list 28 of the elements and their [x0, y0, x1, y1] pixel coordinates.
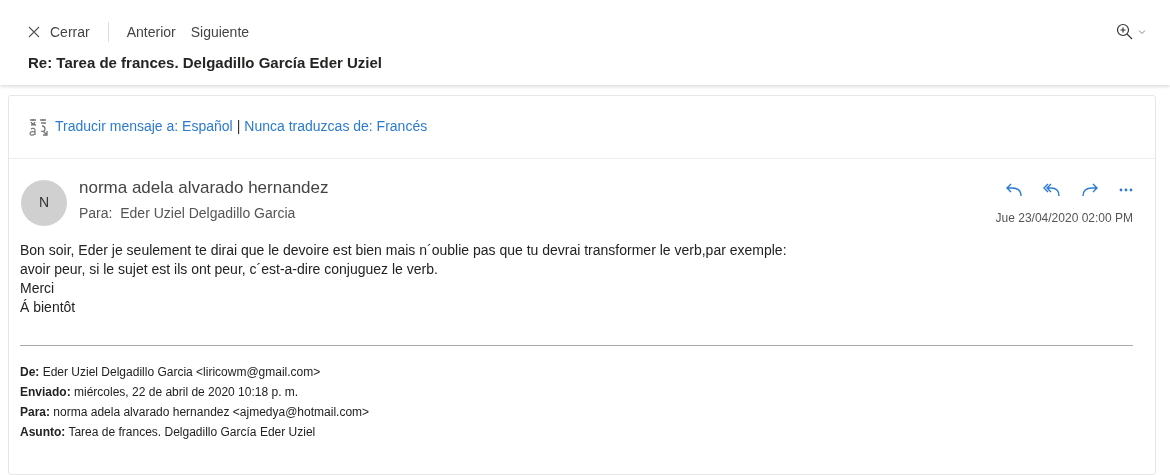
separator: |: [236, 117, 241, 136]
avatar: N: [21, 179, 67, 226]
next-button[interactable]: Siguiente: [190, 21, 250, 43]
message-text: Bon soir, Eder je seulement te dirai que le devoire est bien mais n´oublie pas que tu devrai transformer le verb,par exemple:: [20, 240, 787, 260]
email-subject: Re: Tarea de frances. Delgadillo García Eder Uziel: [28, 53, 384, 73]
previous-button[interactable]: Anterior: [126, 21, 176, 43]
quoted-header: Asunto: Tarea de frances. Delgadillo García Eder Uziel: [20, 423, 316, 441]
translate-icon: [29, 116, 49, 137]
sender-name: norma adela alvarado hernandez: [79, 176, 330, 199]
reply-all-icon[interactable]: [1043, 182, 1061, 197]
close-button[interactable]: Cerrar: [28, 21, 90, 43]
message-text: Merci: [20, 278, 55, 298]
forward-icon[interactable]: [1081, 182, 1099, 197]
zoom-icon: [1116, 23, 1134, 41]
message-date: Jue 23/04/2020 02:00 PM: [995, 209, 1133, 227]
quoted-header: Enviado: miércoles, 22 de abril de 2020 10:18 p. m.: [20, 383, 299, 401]
never-translate-link[interactable]: Nunca traduzcas de: Francés: [244, 116, 428, 137]
more-icon[interactable]: [1119, 187, 1133, 192]
zoom-button[interactable]: [1116, 23, 1146, 41]
message-text: Á bientôt: [20, 297, 76, 317]
quoted-header: De: Eder Uziel Delgadillo Garcia <liricowm@gmail.com>: [20, 363, 321, 381]
message-text: avoir peur, si le sujet est ils ont peur, c´est-a-dire conjuguez le verb.: [20, 259, 438, 279]
chevron-down-icon: [1138, 29, 1146, 35]
recipient-line: Para: Eder Uziel Delgadillo Garcia: [79, 204, 297, 223]
close-icon: [28, 26, 40, 38]
translate-link[interactable]: Traducir mensaje a: Español: [55, 116, 233, 137]
reply-icon[interactable]: [1005, 182, 1023, 197]
quoted-header: Para: norma adela alvarado hernandez <ajmedya@hotmail.com>: [20, 403, 370, 421]
